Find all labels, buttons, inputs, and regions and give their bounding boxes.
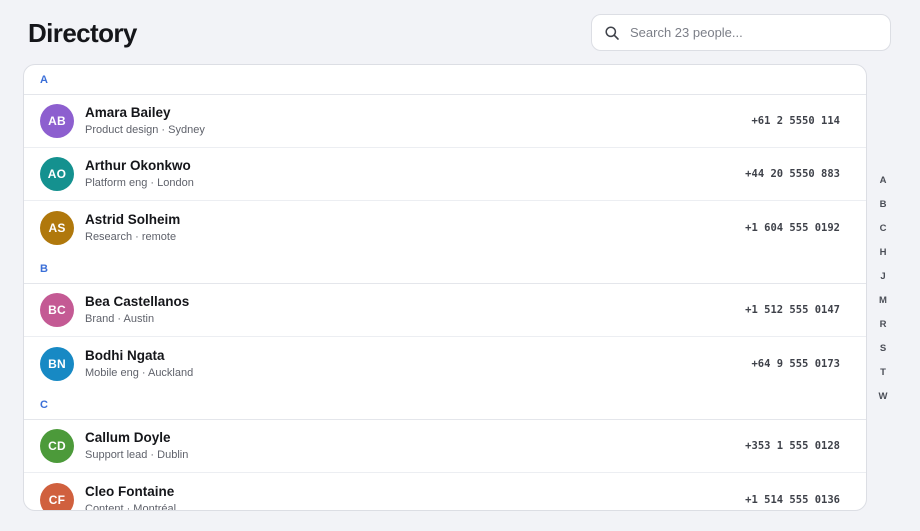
person-meta: Platform eng · London: [85, 177, 194, 189]
az-index-h[interactable]: H: [880, 241, 887, 265]
phone-number[interactable]: +1 512 555 0147: [745, 304, 840, 316]
az-index-s[interactable]: S: [880, 337, 886, 361]
phone-number[interactable]: +61 2 5550 114: [751, 115, 840, 127]
list-item[interactable]: AB Amara Bailey Product design · Sydney …: [24, 95, 866, 148]
directory-page: Directory A AB Amara Bailey Product desi…: [0, 0, 920, 531]
person-name: Bea Castellanos: [85, 294, 190, 309]
phone-number[interactable]: +1 604 555 0192: [745, 222, 840, 234]
phone-number[interactable]: +64 9 555 0173: [751, 358, 840, 370]
person-name: Cleo Fontaine: [85, 483, 175, 499]
person-name: Callum Doyle: [85, 430, 171, 445]
az-index-r[interactable]: R: [880, 313, 887, 337]
search-input[interactable]: [630, 25, 870, 40]
group-header-b: B: [24, 254, 866, 284]
person-meta: Mobile eng · Auckland: [85, 366, 194, 379]
avatar: CF: [40, 482, 74, 510]
list-item[interactable]: BN Bodhi Ngata Mobile eng · Auckland +64…: [24, 337, 866, 390]
az-index-w[interactable]: W: [879, 385, 888, 409]
person-meta: Research · remote: [85, 230, 177, 243]
avatar: AS: [40, 210, 74, 245]
search-icon: [604, 25, 620, 41]
person-name: Amara Bailey: [85, 105, 171, 120]
az-index-m[interactable]: M: [879, 289, 887, 313]
avatar: BN: [40, 346, 74, 381]
phone-number[interactable]: +44 20 5550 883: [745, 168, 840, 180]
person-name: Bodhi Ngata: [85, 347, 165, 363]
group-header-a: A: [24, 65, 866, 95]
avatar: CD: [40, 429, 74, 463]
person-meta: Brand · Austin: [85, 313, 155, 325]
group-header-c: C: [24, 390, 866, 420]
list-item[interactable]: AO Arthur Okonkwo Platform eng · London …: [24, 148, 866, 201]
search-box[interactable]: [591, 14, 891, 51]
person-meta: Content · Montréal: [85, 502, 177, 511]
phone-number[interactable]: +1 514 555 0136: [745, 494, 840, 506]
az-index-j[interactable]: J: [880, 265, 885, 289]
avatar: BC: [40, 293, 74, 327]
person-meta: Support lead · Dublin: [85, 449, 189, 461]
list-item[interactable]: CD Callum Doyle Support lead · Dublin +3…: [24, 420, 866, 473]
alphabet-index[interactable]: A B C H J M R S T W: [873, 169, 893, 409]
phone-number[interactable]: +353 1 555 0128: [745, 440, 840, 452]
person-meta: Product design · Sydney: [85, 124, 205, 136]
list-item[interactable]: CF Cleo Fontaine Content · Montréal +1 5…: [24, 473, 866, 511]
person-name: Arthur Okonkwo: [85, 158, 191, 173]
avatar: AB: [40, 104, 74, 138]
az-index-c[interactable]: C: [880, 217, 887, 241]
person-name: Astrid Solheim: [85, 211, 181, 227]
list-item[interactable]: AS Astrid Solheim Research · remote +1 6…: [24, 201, 866, 254]
list-item[interactable]: BC Bea Castellanos Brand · Austin +1 512…: [24, 284, 866, 337]
az-index-a[interactable]: A: [880, 169, 887, 193]
avatar: AO: [40, 157, 74, 191]
az-index-b[interactable]: B: [880, 193, 887, 217]
az-index-t[interactable]: T: [880, 361, 886, 385]
people-list[interactable]: A AB Amara Bailey Product design · Sydne…: [23, 64, 867, 511]
page-title: Directory: [28, 18, 137, 48]
